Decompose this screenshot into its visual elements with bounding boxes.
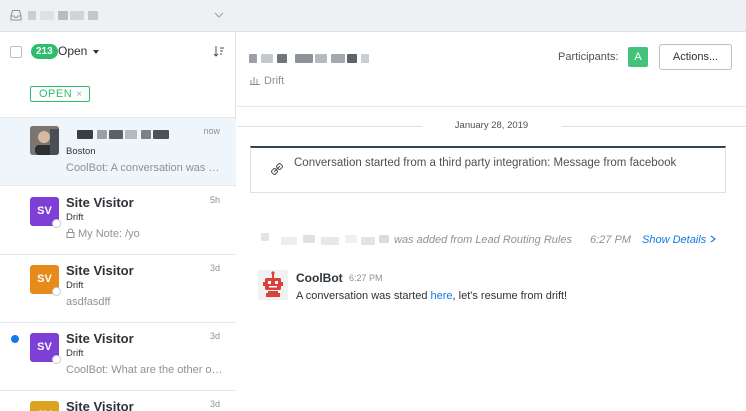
contact-source: Drift: [66, 348, 84, 359]
source-label: Drift: [264, 75, 285, 87]
close-icon[interactable]: ×: [76, 89, 82, 100]
avatar-initials: SV: [37, 341, 52, 353]
avatar: SV: [30, 197, 61, 228]
sort-icon[interactable]: [213, 45, 225, 57]
contact-name: Site Visitor: [66, 195, 134, 210]
link-icon: [271, 163, 283, 175]
show-details-link[interactable]: Show Details: [642, 234, 717, 246]
integration-started-card: Conversation started from a third party …: [250, 146, 726, 193]
avatar: SV: [30, 401, 59, 411]
routing-event: was added from Lead Routing Rules 6:27 P…: [237, 232, 746, 248]
contact-name: Site Visitor: [66, 331, 134, 346]
conversation-view: Drift Participants: A Actions... January…: [237, 32, 746, 411]
avatar: SV: [30, 265, 61, 296]
avatar: SV: [30, 333, 61, 364]
presence-dot: [52, 287, 61, 296]
avatar-initials: SV: [37, 273, 52, 285]
caret-down-icon[interactable]: [93, 50, 99, 54]
bar-chart-icon: [250, 77, 260, 85]
list-header: 213 Open: [0, 32, 236, 72]
unread-indicator: [11, 335, 19, 343]
conversation-item[interactable]: SV Site Visitor Drift CoolBot: What are …: [0, 323, 236, 391]
bot-avatar: [258, 270, 288, 300]
conversation-time: 5h: [209, 195, 220, 205]
routing-time: 6:27 PM: [590, 234, 631, 246]
contact-source: Drift: [66, 280, 84, 291]
inbox-icon: [10, 10, 22, 21]
conversation-time: 3d: [209, 399, 220, 409]
filter-chip-label: OPEN: [39, 88, 73, 100]
presence-dot: [52, 355, 61, 364]
message-author: CoolBot: [296, 271, 343, 285]
presence-dot: [52, 219, 61, 228]
avatar-initials: SV: [37, 205, 52, 217]
robot-icon: [258, 270, 288, 300]
preview-text: My Note: /yo: [78, 228, 140, 240]
conversation-list-panel: 213 Open OPEN × Boston CoolBot: A conver…: [0, 32, 236, 411]
date-text: January 28, 2019: [444, 120, 539, 131]
contact-name: Site Visitor: [66, 399, 134, 411]
participants-label: Participants:: [558, 51, 619, 63]
status-filter-dropdown[interactable]: Open: [58, 44, 87, 59]
conversation-item[interactable]: SV Site Visitor Drift My Note: /yo 5h: [0, 187, 236, 255]
message-body: A conversation was started here, let's r…: [296, 290, 567, 302]
chevron-down-icon[interactable]: [214, 10, 224, 20]
message-text-end: , let's resume from drift!: [452, 290, 568, 302]
conversation-time: 3d: [209, 331, 220, 341]
conversation-time: now: [203, 126, 220, 136]
open-count-badge: 213: [31, 44, 58, 59]
conversation-preview: asdfasdff: [66, 296, 111, 308]
chevron-right-icon: [710, 235, 717, 243]
conversation-preview: CoolBot: A conversation was started from…: [66, 162, 224, 174]
show-details-label: Show Details: [642, 234, 707, 246]
conversation-item[interactable]: SV Site Visitor Drift asdfasdff 3d: [0, 255, 236, 323]
conversation-item[interactable]: SV Site Visitor 3d: [0, 391, 236, 411]
top-bar: [0, 0, 746, 32]
active-filters: OPEN ×: [0, 72, 236, 118]
lock-icon: [66, 228, 75, 238]
integration-started-text: Conversation started from a third party …: [294, 157, 677, 169]
participant-avatar[interactable]: A: [628, 47, 648, 67]
contact-source: Drift: [66, 212, 84, 223]
conversation-source: Drift: [250, 75, 284, 87]
select-all-checkbox[interactable]: [10, 46, 22, 58]
actions-button[interactable]: Actions...: [659, 44, 732, 70]
chat-message: CoolBot 6:27 PM A conversation was start…: [258, 268, 728, 308]
conversation-preview: My Note: /yo: [66, 228, 224, 240]
conversation-preview: CoolBot: What are the other options for …: [66, 364, 224, 376]
contact-name: Site Visitor: [66, 263, 134, 278]
routing-text: was added from Lead Routing Rules: [394, 234, 572, 246]
date-label: January 28, 2019: [237, 120, 746, 131]
conversation-header: Drift Participants: A Actions...: [237, 32, 746, 107]
conversation-item[interactable]: Boston CoolBot: A conversation was start…: [0, 118, 236, 186]
message-text: A conversation was started: [296, 290, 431, 302]
contact-location: Boston: [66, 146, 96, 157]
message-time: 6:27 PM: [349, 273, 383, 283]
message-link[interactable]: here: [431, 290, 453, 302]
conversation-time: 3d: [209, 263, 220, 273]
filter-chip-open[interactable]: OPEN ×: [30, 86, 90, 102]
avatar: [30, 126, 59, 155]
